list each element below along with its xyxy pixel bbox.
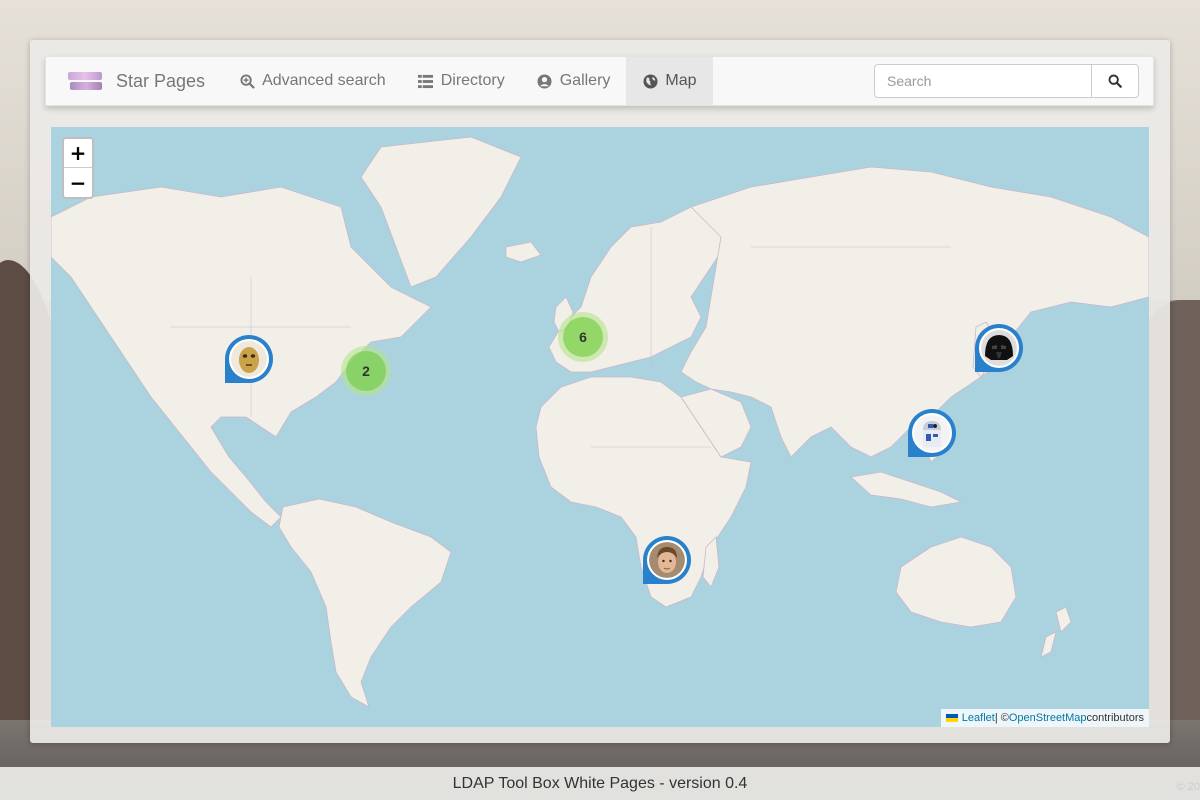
navbar: Star Pages Advanced search Directory Gal… <box>45 56 1154 106</box>
attribution-suffix: contributors <box>1086 712 1144 724</box>
zoom-out-button[interactable]: − <box>64 168 92 197</box>
search-plus-icon <box>239 73 255 89</box>
map-tiles <box>51 136 1149 708</box>
nav-menu: Advanced search Directory Gallery Map <box>223 57 713 105</box>
zoom-control: + − <box>62 137 94 199</box>
user-marker-luke-skywalker[interactable] <box>643 536 693 586</box>
brand-name: Star Pages <box>116 70 206 91</box>
ukraine-flag-icon <box>945 714 958 722</box>
user-avatar <box>647 540 687 580</box>
footer: LDAP Tool Box White Pages - version 0.4 … <box>0 767 1200 800</box>
cluster-count: 6 <box>563 317 603 357</box>
leaflet-link[interactable]: Leaflet <box>962 712 995 724</box>
cluster-count: 2 <box>346 351 386 391</box>
main-panel: Star Pages Advanced search Directory Gal… <box>30 40 1170 743</box>
user-avatar <box>912 413 952 453</box>
search-form <box>874 64 1139 98</box>
world-map[interactable]: + − 2 6 Leaflet | © OpenStreetMap contri… <box>51 127 1149 727</box>
nav-gallery-label: Gallery <box>559 72 611 89</box>
attribution-separator: | © <box>994 712 1009 724</box>
list-icon <box>418 73 434 89</box>
nav-gallery[interactable]: Gallery <box>521 57 627 105</box>
user-marker-r2d2[interactable] <box>908 409 958 459</box>
search-input[interactable] <box>874 64 1091 98</box>
zoom-in-button[interactable]: + <box>64 139 92 168</box>
user-avatar <box>979 328 1019 368</box>
user-avatar <box>229 339 269 379</box>
nav-advanced-search[interactable]: Advanced search <box>223 57 402 105</box>
brand-link[interactable]: Star Pages <box>46 57 223 105</box>
nav-map-label: Map <box>665 72 697 89</box>
marker-cluster[interactable]: 2 <box>341 346 391 396</box>
nav-directory-label: Directory <box>440 72 505 89</box>
marker-cluster[interactable]: 6 <box>558 312 608 362</box>
user-marker-darth-vader[interactable] <box>975 324 1025 374</box>
search-icon <box>1108 74 1122 88</box>
openstreetmap-link[interactable]: OpenStreetMap <box>1009 712 1087 724</box>
user-circle-icon <box>537 73 553 89</box>
map-attribution: Leaflet | © OpenStreetMap contributors <box>940 709 1149 727</box>
copyright-text: © 20 <box>1176 781 1200 793</box>
globe-icon <box>642 73 658 89</box>
nav-map[interactable]: Map <box>626 57 713 105</box>
user-marker-c3po[interactable] <box>225 335 275 385</box>
nav-directory[interactable]: Directory <box>402 57 521 105</box>
search-button[interactable] <box>1091 64 1139 98</box>
star-pages-logo-icon <box>68 70 104 92</box>
footer-version-text: LDAP Tool Box White Pages - version 0.4 <box>452 774 748 792</box>
nav-advanced-search-label: Advanced search <box>262 72 386 89</box>
